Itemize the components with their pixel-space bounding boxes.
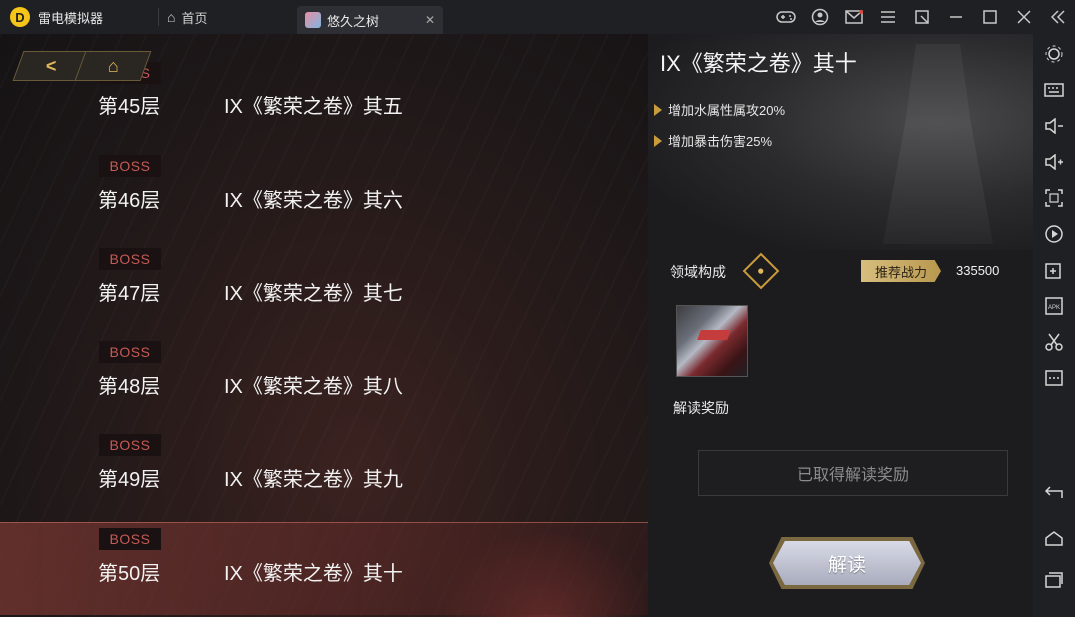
svg-text:APK: APK — [1048, 305, 1060, 311]
recommended-power-value: 335500 — [956, 263, 1000, 278]
reward-label: 解读奖励 — [673, 400, 729, 416]
boss-badge: BOSS — [99, 528, 161, 550]
level-list-panel: BOSS 第45层 IX《繁荣之卷》其五 BOSS 第46层 IX《繁荣之卷》其… — [0, 34, 648, 617]
level-name: IX《繁荣之卷》其六 — [224, 190, 403, 212]
tab-home-label: 首页 — [181, 10, 208, 26]
boss-badge: BOSS — [99, 155, 161, 177]
buff-item: 增加暴击伤害25% — [654, 131, 772, 150]
level-name: IX《繁荣之卷》其五 — [224, 96, 403, 118]
mail-icon[interactable] — [837, 0, 871, 34]
home-tab-icon: ⌂ — [167, 9, 176, 25]
settings-icon[interactable] — [1033, 39, 1075, 69]
keyboard-icon[interactable] — [1033, 75, 1075, 105]
collapse-icon[interactable] — [1041, 0, 1075, 34]
detail-title: IX《繁荣之卷》其十 — [660, 51, 857, 76]
reward-claimed-box: 已取得解读奖励 — [698, 450, 1008, 496]
home-icon: ⌂ — [107, 55, 119, 76]
home-icon[interactable] — [1033, 523, 1075, 553]
domain-search-icon[interactable]: ● — [742, 252, 780, 290]
external-icon[interactable] — [905, 0, 939, 34]
domain-label: 领域构成 — [670, 264, 726, 280]
buff-arrow-icon — [654, 103, 662, 116]
app-name: 雷电模拟器 — [38, 10, 104, 26]
close-icon[interactable] — [1007, 0, 1041, 34]
level-detail-panel: IX《繁荣之卷》其十 增加水属性属攻20% 增加暴击伤害25% 领域构成 ● 推… — [648, 34, 1033, 617]
floor-label: 第48层 — [98, 376, 161, 398]
fullscreen-icon[interactable] — [1033, 183, 1075, 213]
maximize-icon[interactable] — [973, 0, 1007, 34]
add-window-icon[interactable] — [1033, 255, 1075, 285]
game-viewport: BOSS 第45层 IX《繁荣之卷》其五 BOSS 第46层 IX《繁荣之卷》其… — [0, 34, 1033, 617]
boss-badge: BOSS — [99, 341, 161, 363]
buff-text: 增加水属性属攻20% — [668, 103, 786, 118]
minimize-icon[interactable] — [939, 0, 973, 34]
gamepad-icon[interactable] — [769, 0, 803, 34]
level-name: IX《繁荣之卷》其九 — [224, 469, 403, 491]
more-icon[interactable] — [1033, 363, 1075, 393]
buff-item: 增加水属性属攻20% — [654, 100, 785, 119]
level-name: IX《繁荣之卷》其八 — [224, 376, 403, 398]
floor-label: 第50层 — [98, 563, 161, 585]
back-icon[interactable] — [1033, 477, 1075, 507]
level-name: IX《繁荣之卷》其十 — [224, 563, 403, 585]
buff-text: 增加暴击伤害25% — [668, 134, 773, 149]
portrait-visor — [697, 330, 731, 340]
user-icon[interactable] — [803, 0, 837, 34]
floor-label: 第47层 — [98, 283, 161, 305]
app-brand: D 雷电模拟器 — [0, 7, 150, 27]
floor-label: 第49层 — [98, 469, 161, 491]
volume-down-icon[interactable] — [1033, 111, 1075, 141]
recents-icon[interactable] — [1033, 565, 1075, 595]
buff-arrow-icon — [654, 134, 662, 147]
level-row-47[interactable]: BOSS 第47层 IX《繁荣之卷》其七 — [0, 218, 648, 311]
boss-badge: BOSS — [99, 248, 161, 270]
menu-icon[interactable] — [871, 0, 905, 34]
window-controls — [769, 0, 1075, 34]
home-button[interactable]: ⌂ — [74, 51, 152, 81]
floor-label: 第46层 — [98, 190, 161, 212]
emulator-sidebar: APK — [1033, 34, 1075, 617]
level-row-46[interactable]: BOSS 第46层 IX《繁荣之卷》其六 — [0, 125, 648, 218]
app-logo-icon: D — [10, 7, 30, 27]
level-name: IX《繁荣之卷》其七 — [224, 283, 403, 305]
read-button[interactable]: 解读 — [773, 541, 921, 585]
record-icon[interactable] — [1033, 219, 1075, 249]
level-row-48[interactable]: BOSS 第48层 IX《繁荣之卷》其八 — [0, 311, 648, 404]
level-row-49[interactable]: BOSS 第49层 IX《繁荣之卷》其九 — [0, 404, 648, 497]
back-arrow-icon: < — [45, 55, 57, 76]
level-row-50-selected[interactable]: BOSS 第50层 IX《繁荣之卷》其十 — [0, 522, 648, 615]
game-tab-icon — [305, 12, 321, 28]
boss-badge: BOSS — [99, 434, 161, 456]
apk-icon[interactable]: APK — [1033, 291, 1075, 321]
recommended-power-tag: 推荐战力 — [861, 260, 941, 282]
tab-home[interactable]: ⌂ 首页 — [167, 0, 297, 34]
tab-game[interactable]: 悠久之树 ✕ — [297, 6, 443, 34]
tab-divider — [158, 8, 159, 26]
volume-up-icon[interactable] — [1033, 147, 1075, 177]
floor-label: 第45层 — [98, 96, 161, 118]
scissors-icon[interactable] — [1033, 327, 1075, 357]
tab-close-icon[interactable]: ✕ — [425, 13, 435, 27]
tab-game-label: 悠久之树 — [327, 13, 380, 29]
title-bar: D 雷电模拟器 ⌂ 首页 悠久之树 ✕ — [0, 0, 1075, 34]
enemy-portrait[interactable] — [676, 305, 748, 377]
